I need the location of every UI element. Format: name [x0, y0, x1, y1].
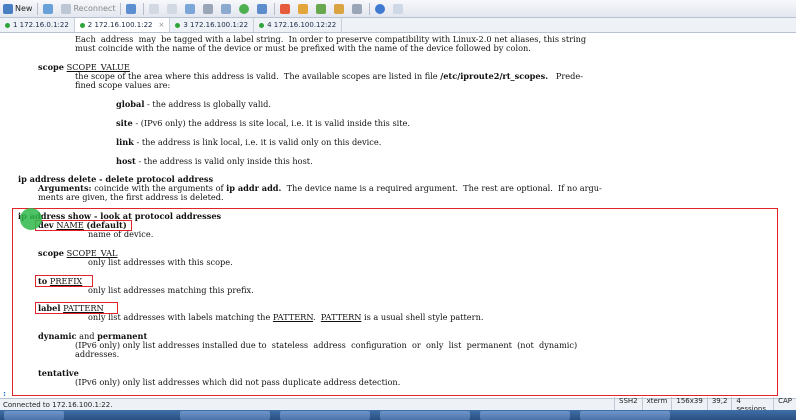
scope-keyword: site: [116, 118, 133, 128]
sftp-button[interactable]: [331, 1, 349, 16]
session-tabs: 1 172.16.0.1:22 2 172.16.100.1:22 × 3 172…: [0, 18, 796, 33]
script-button[interactable]: [254, 1, 272, 16]
taskbar-item[interactable]: [180, 411, 270, 420]
scope-keyword: link: [116, 137, 134, 147]
paste-button[interactable]: [164, 1, 182, 16]
folder-icon: [334, 3, 345, 14]
tools-icon: [280, 3, 291, 14]
scope-global: global - the address is globally valid.: [116, 100, 271, 109]
scope-link: link - the address is link local, i.e. i…: [116, 138, 381, 147]
tab-session-1[interactable]: 1 172.16.0.1:22: [0, 18, 75, 32]
highlight-box-to: [35, 275, 93, 287]
copy-icon: [149, 3, 160, 14]
key-icon: [298, 3, 309, 14]
main-toolbar: New Reconnect: [0, 0, 796, 18]
paste-icon: [167, 3, 178, 14]
tab-session-2[interactable]: 2 172.16.100.1:22 ×: [74, 18, 171, 32]
help-button[interactable]: [372, 1, 390, 16]
chat-icon: [393, 3, 404, 14]
text-line: ments are given, the first address is de…: [38, 193, 224, 202]
print-button[interactable]: [200, 1, 218, 16]
scope-desc: - (IPv6 only) the address is site local,…: [132, 118, 411, 128]
color-button[interactable]: [236, 1, 254, 16]
connect-button[interactable]: [40, 1, 58, 16]
reconnect-label: Reconnect: [73, 4, 116, 13]
tab-label: 2 172.16.100.1:22: [87, 21, 153, 29]
new-label: New: [15, 4, 33, 13]
grid-icon: [316, 3, 327, 14]
find-button[interactable]: [182, 1, 200, 16]
toolbar-divider: [143, 2, 145, 15]
option-keyword: scope: [38, 62, 64, 72]
taskbar: [0, 410, 796, 420]
options-button[interactable]: [349, 1, 367, 16]
pager-prompt[interactable]: :: [3, 389, 6, 398]
text-line: must coincide with the name of the devic…: [75, 44, 531, 53]
tab-session-4[interactable]: 4 172.16.100.12:22: [254, 18, 343, 32]
connected-icon: [259, 22, 265, 28]
taskbar-item[interactable]: [280, 411, 370, 420]
connected-icon: [79, 22, 85, 28]
connected-icon: [175, 22, 181, 28]
highlight-box-dev: [35, 220, 132, 231]
color-icon: [239, 3, 250, 14]
scope-desc: - the address is valid only inside this …: [135, 156, 313, 166]
prompt-text: :: [3, 388, 7, 398]
line-text: must coincide with the name of the devic…: [75, 43, 531, 53]
taskbar-item[interactable]: [480, 411, 570, 420]
settings-icon: [221, 3, 232, 14]
transfer-button[interactable]: [123, 1, 141, 16]
line-text: fined scope values are:: [75, 80, 171, 90]
layout-button[interactable]: [313, 1, 331, 16]
transfer-icon: [126, 3, 137, 14]
scope-site: site - (IPv6 only) the address is site l…: [116, 119, 410, 128]
new-button[interactable]: New: [0, 1, 35, 16]
connect-icon: [43, 3, 54, 14]
toolbar-divider: [274, 2, 276, 15]
find-icon: [185, 3, 196, 14]
chat-button[interactable]: [390, 1, 408, 16]
status-bar: Connected to 172.16.100.1:22. SSH2 xterm…: [0, 396, 796, 413]
print-icon: [203, 3, 214, 14]
taskbar-item[interactable]: [380, 411, 470, 420]
scope-desc: - the address is globally valid.: [144, 99, 271, 109]
toolbar-divider: [120, 2, 122, 15]
line-text: ments are given, the first address is de…: [38, 192, 224, 202]
line-text: The device name is a required argument. …: [281, 183, 602, 193]
text-line: fined scope values are:: [75, 81, 170, 90]
line-text: Prede-: [548, 71, 584, 81]
toolbar-divider: [369, 2, 371, 15]
connection-status: Connected to 172.16.100.1:22.: [3, 400, 113, 409]
pointer-highlight-icon: [20, 208, 42, 230]
new-session-icon: [3, 3, 13, 14]
connected-icon: [5, 22, 10, 28]
highlight-box-section: [12, 208, 778, 396]
taskbar-start-button[interactable]: [4, 411, 64, 420]
tab-label: 3 172.16.100.1:22: [183, 21, 249, 29]
scope-desc: - the address is link local, i.e. it is …: [133, 137, 382, 147]
reconnect-button[interactable]: Reconnect: [58, 1, 118, 16]
command-keyword: ip addr add.: [226, 183, 282, 193]
scope-keyword: host: [116, 156, 136, 166]
terminal-output[interactable]: Each address may be tagged with a label …: [0, 33, 796, 398]
options-icon: [352, 3, 363, 14]
highlight-box-label: [35, 302, 118, 314]
tab-label: 4 172.16.100.12:22: [267, 21, 337, 29]
reconnect-icon: [61, 3, 72, 14]
tab-label: 1 172.16.0.1:22: [13, 21, 69, 29]
scope-host: host - the address is valid only inside …: [116, 157, 313, 166]
tools-button[interactable]: [277, 1, 295, 16]
file-path: /etc/iproute2/rt_scopes.: [440, 71, 549, 81]
scope-keyword: global: [116, 99, 145, 109]
key-button[interactable]: [295, 1, 313, 16]
tab-session-3[interactable]: 3 172.16.100.1:22: [170, 18, 255, 32]
toolbar-divider: [37, 2, 39, 15]
settings-button[interactable]: [218, 1, 236, 16]
script-icon: [257, 3, 268, 14]
help-icon: [375, 3, 386, 14]
taskbar-item[interactable]: [580, 411, 670, 420]
copy-button[interactable]: [146, 1, 164, 16]
close-icon[interactable]: ×: [159, 21, 165, 29]
